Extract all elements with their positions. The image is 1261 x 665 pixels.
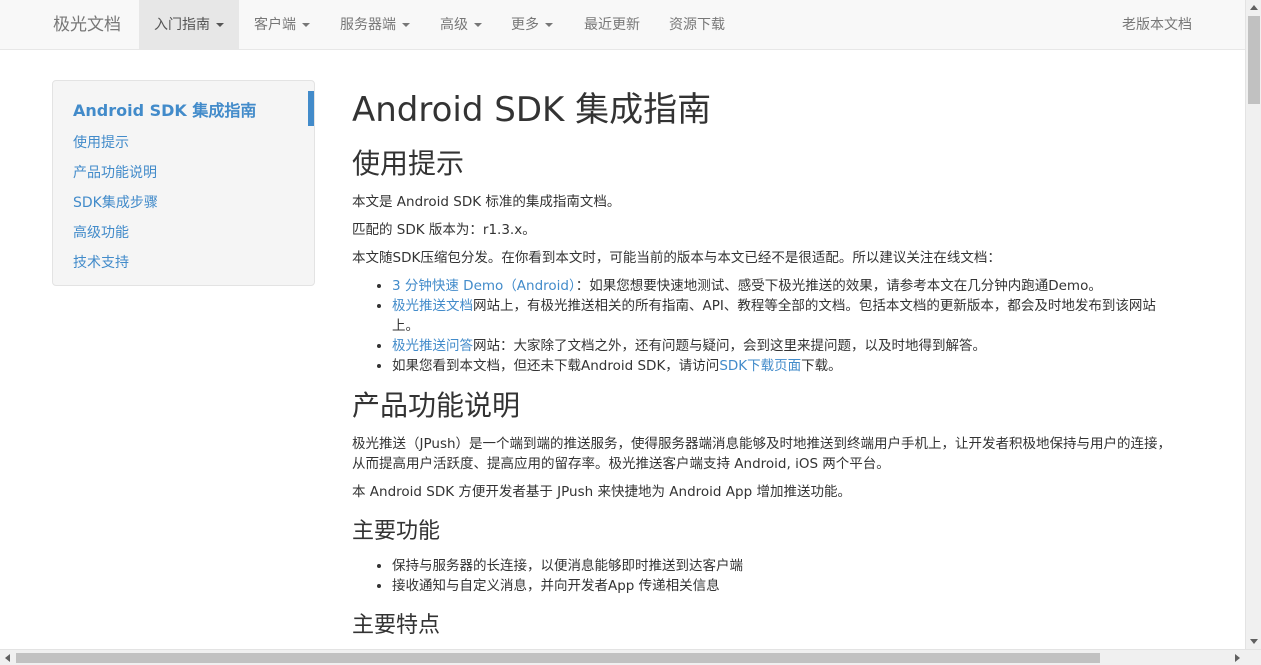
nav-getting-started[interactable]: 入门指南 [139, 0, 239, 50]
main-content: Android SDK 集成指南 使用提示 本文是 Android SDK 标准… [352, 86, 1182, 642]
nav-server[interactable]: 服务器端 [325, 0, 425, 50]
jpush-docs-link[interactable]: 极光推送文档 [392, 298, 473, 314]
sdk-download-link[interactable]: SDK下载页面 [719, 358, 801, 374]
nav-label: 入门指南 [154, 17, 210, 33]
nav-label: 最近更新 [584, 17, 640, 33]
jpush-qa-link[interactable]: 极光推送问答 [392, 338, 473, 354]
brand-logo[interactable]: 极光文档 [53, 0, 121, 50]
horizontal-scrollbar[interactable] [0, 649, 1261, 665]
caret-down-icon [216, 23, 224, 27]
paragraph: 本 Android SDK 方便开发者基于 JPush 来快捷地为 Androi… [352, 484, 851, 500]
toc-title-link[interactable]: Android SDK 集成指南 [73, 97, 256, 121]
paragraph: 极光推送（JPush）是一个端到端的推送服务，使得服务器端消息能够及时地推送到终… [352, 436, 1172, 472]
nav-label: 高级 [440, 17, 468, 33]
section-heading-usage-tips: 使用提示 [352, 147, 465, 180]
list-item-text: 网站上，有极光推送相关的所有指南、API、教程等全部的文档。包括本文档的更新版本… [392, 298, 1156, 334]
scroll-down-arrow-icon[interactable] [1250, 639, 1258, 644]
paragraph: 本文随SDK压缩包分发。在你看到本文时，可能当前的版本与本文已经不是很适配。所以… [352, 250, 1001, 266]
toc-link-product-features[interactable]: 产品功能说明 [73, 162, 157, 182]
list-item-text: 网站：大家除了文档之外，还有问题与疑问，会到这里来提问题，以及时地得到解答。 [473, 338, 986, 354]
main-functions-list: 保持与服务器的长连接，以便消息能够即时推送到达客户端 接收通知与自定义消息，并向… [352, 556, 1182, 596]
nav-recent-updates[interactable]: 最近更新 [569, 0, 655, 50]
list-item: 3 分钟快速 Demo（Android）：如果您想要快速地测试、感受下极光推送的… [392, 276, 1182, 296]
paragraph: 本文是 Android SDK 标准的集成指南文档。 [352, 194, 621, 210]
caret-down-icon [302, 23, 310, 27]
subsection-heading-main-features: 主要特点 [352, 613, 441, 638]
list-item: 极光推送文档网站上，有极光推送相关的所有指南、API、教程等全部的文档。包括本文… [392, 296, 1182, 336]
page-title: Android SDK 集成指南 [352, 90, 712, 130]
list-item: 如果您看到本文档，但还未下载Android SDK，请访问SDK下载页面下载。 [392, 356, 1182, 376]
toc-link-tech-support[interactable]: 技术支持 [73, 252, 129, 272]
scroll-right-arrow-icon[interactable] [1235, 654, 1240, 662]
toc-link-advanced-features[interactable]: 高级功能 [73, 222, 129, 242]
caret-down-icon [402, 23, 410, 27]
top-navbar: 极光文档 入门指南 客户端 服务器端 高级 更多 最近更新 资源下载 老版本文档 [0, 0, 1245, 50]
toc-sidebar: Android SDK 集成指南 使用提示 产品功能说明 SDK集成步骤 高级功… [52, 80, 315, 286]
nav-advanced[interactable]: 高级 [425, 0, 497, 50]
scroll-up-arrow-icon[interactable] [1250, 5, 1258, 10]
online-docs-list: 3 分钟快速 Demo（Android）：如果您想要快速地测试、感受下极光推送的… [352, 276, 1182, 376]
demo-link[interactable]: 3 分钟快速 Demo（Android） [392, 278, 576, 294]
toc-link-usage-tips[interactable]: 使用提示 [73, 132, 129, 152]
list-item: 保持与服务器的长连接，以便消息能够即时推送到达客户端 [392, 556, 1182, 576]
vertical-scroll-thumb[interactable] [1248, 16, 1260, 104]
nav-label: 服务器端 [340, 17, 396, 33]
toc-link-integration-steps[interactable]: SDK集成步骤 [73, 192, 158, 212]
nav-label: 资源下载 [669, 17, 725, 33]
section-heading-product-features: 产品功能说明 [352, 389, 521, 422]
caret-down-icon [545, 23, 553, 27]
horizontal-scroll-thumb[interactable] [16, 653, 1100, 663]
nav-more[interactable]: 更多 [496, 0, 568, 50]
nav-downloads[interactable]: 资源下载 [654, 0, 740, 50]
nav-old-docs-link[interactable]: 老版本文档 [1122, 0, 1192, 50]
nav-label: 更多 [511, 17, 539, 33]
list-item-text: 如果您看到本文档，但还未下载Android SDK，请访问 [392, 358, 720, 374]
vertical-scrollbar[interactable] [1245, 0, 1261, 649]
paragraph: 匹配的 SDK 版本为：r1.3.x。 [352, 222, 536, 238]
list-item-text: 下载。 [801, 358, 842, 374]
list-item: 极光推送问答网站：大家除了文档之外，还有问题与疑问，会到这里来提问题，以及时地得… [392, 336, 1182, 356]
active-indicator [308, 91, 314, 126]
nav-label: 客户端 [254, 17, 296, 33]
subsection-heading-main-functions: 主要功能 [352, 519, 441, 544]
list-item-text: ：如果您想要快速地测试、感受下极光推送的效果，请参考本文在几分钟内跑通Demo。 [575, 278, 1102, 294]
caret-down-icon [474, 23, 482, 27]
scroll-left-arrow-icon[interactable] [5, 654, 10, 662]
nav-client[interactable]: 客户端 [239, 0, 325, 50]
list-item: 接收通知与自定义消息，并向开发者App 传递相关信息 [392, 576, 1182, 596]
